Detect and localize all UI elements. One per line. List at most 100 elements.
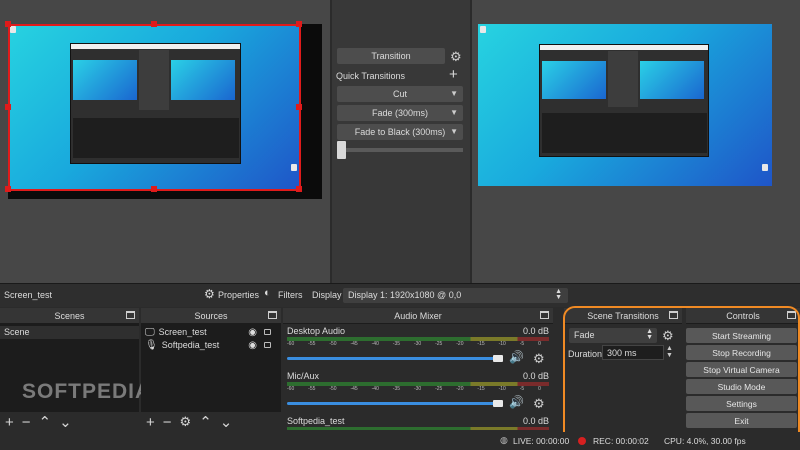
volume-slider[interactable] — [287, 402, 497, 405]
channel-level: 0.0 dB — [522, 326, 549, 336]
controls-dock: Controls Start Streaming Stop Recording … — [564, 308, 800, 432]
move-down-icon[interactable]: ⌄ — [59, 413, 72, 431]
scenes-dock-title: Scenes — [0, 308, 139, 324]
resize-handle-ml[interactable] — [5, 104, 11, 110]
tick-label: -40 — [371, 386, 379, 392]
channel-name: Desktop Audio — [287, 326, 346, 336]
nested-preview-right — [640, 61, 704, 99]
sources-dock: Sources 🖵 Screen_test ◉ 🎙 Softpedia_test… — [141, 308, 281, 432]
undock-icon[interactable] — [787, 311, 796, 319]
current-scene-name: Screen_test — [4, 290, 53, 300]
quick-transition-fade[interactable]: Fade (300ms) ▼ — [337, 105, 463, 121]
filters-button[interactable]: Filters — [278, 290, 303, 300]
tick-label: -35 — [392, 341, 401, 347]
channel-name: Softpedia_test — [287, 416, 345, 426]
chevron-down-icon: ▼ — [450, 127, 458, 136]
tick-label: -25 — [435, 386, 443, 392]
source-selection-box[interactable] — [8, 24, 301, 191]
chevron-updown-icon: ▲ ▼ — [555, 288, 562, 301]
display-label: Display — [312, 290, 342, 300]
resize-handle-bl[interactable] — [5, 186, 11, 192]
transition-slider-track[interactable] — [337, 148, 463, 152]
add-quick-transition-icon[interactable]: + — [449, 66, 458, 83]
softpedia-watermark: SOFTPEDIA — [22, 380, 152, 403]
move-up-icon[interactable]: ⌃ — [39, 413, 52, 431]
monitor-icon: 🖵 — [145, 326, 155, 338]
speaker-icon[interactable]: 🔊 — [509, 395, 524, 409]
channel-gear-icon[interactable]: ⚙ — [533, 397, 545, 410]
sources-toolbar: + − ⚙ ⌃ ⌄ — [141, 412, 281, 432]
resize-handle-br[interactable] — [296, 186, 302, 192]
tick-label: -15 — [477, 341, 485, 347]
remove-scene-icon[interactable]: − — [22, 414, 31, 431]
add-scene-icon[interactable]: + — [5, 414, 14, 431]
quick-transition-fade-black[interactable]: Fade to Black (300ms) ▼ — [337, 124, 463, 140]
undock-icon[interactable] — [268, 311, 277, 319]
undock-icon[interactable] — [540, 311, 549, 319]
channel-gear-icon[interactable]: ⚙ — [533, 352, 545, 365]
properties-button[interactable]: Properties — [218, 290, 259, 300]
studio-transition-panel: Transition ⚙ Quick Transitions + Cut ▼ Fa… — [332, 0, 470, 283]
tick-label: -25 — [435, 341, 443, 347]
chevron-down-icon: ▼ — [450, 108, 458, 117]
list-item[interactable]: Scene — [0, 326, 139, 339]
display-select[interactable]: Display 1: 1920x1080 @ 0,0 ▲ ▼ — [343, 288, 568, 303]
program-screen-capture — [478, 24, 772, 186]
transition-gear-icon[interactable]: ⚙ — [450, 50, 462, 63]
status-bar: ◍ LIVE: 00:00:00 REC: 00:00:02 CPU: 4.0%… — [0, 432, 800, 450]
quick-transitions-label: Quick Transitions — [336, 71, 406, 81]
resize-handle-bc[interactable] — [151, 186, 157, 192]
quick-transition-cut[interactable]: Cut ▼ — [337, 86, 463, 102]
audio-mixer-dock: Audio Mixer Desktop Audio 0.0 dB -60 -55 -… — [283, 308, 553, 432]
tick-label: -5 — [519, 341, 525, 347]
scenes-toolbar: + − ⌃ ⌄ — [0, 412, 139, 432]
transition-slider-handle[interactable] — [337, 141, 346, 159]
tick-label: -5 — [519, 386, 525, 392]
channel-level: 0.0 dB — [522, 416, 549, 426]
visibility-eye-icon[interactable]: ◉ — [248, 327, 257, 338]
recycle-bin-icon — [762, 164, 768, 171]
resize-handle-mr[interactable] — [296, 104, 302, 110]
volume-slider[interactable] — [287, 357, 497, 360]
quick-transition-fade-black-label: Fade to Black (300ms) — [354, 127, 446, 137]
resize-handle-tl[interactable] — [5, 21, 11, 27]
volume-slider-knob[interactable] — [493, 355, 503, 362]
exit-button[interactable]: Exit — [686, 413, 797, 428]
stop-virtual-camera-button[interactable]: Stop Virtual Camera — [686, 362, 797, 377]
undock-icon[interactable] — [126, 311, 135, 319]
list-item[interactable]: 🖵 Screen_test ◉ — [145, 326, 277, 338]
rec-time: REC: 00:00:02 — [593, 436, 649, 446]
channel-name: Mic/Aux — [287, 371, 320, 381]
volume-slider-knob[interactable] — [493, 400, 503, 407]
quick-transition-cut-label: Cut — [392, 89, 407, 99]
remove-source-icon[interactable]: − — [163, 414, 172, 431]
live-indicator-icon: ◍ — [500, 435, 508, 445]
move-down-icon[interactable]: ⌄ — [220, 413, 233, 431]
resize-handle-tc[interactable] — [151, 21, 157, 27]
mixer-channel-softpedia: Softpedia_test 0.0 dB — [287, 416, 549, 430]
source-properties-gear-icon[interactable]: ⚙ — [180, 414, 192, 430]
lock-icon[interactable] — [264, 342, 271, 348]
properties-gear-icon[interactable]: ⚙ — [204, 287, 215, 301]
tick-label: 0 — [538, 341, 541, 347]
lock-icon[interactable] — [264, 329, 271, 335]
resize-handle-tr[interactable] — [296, 21, 302, 27]
speaker-icon[interactable]: 🔊 — [509, 350, 524, 364]
tick-label: -55 — [308, 386, 316, 392]
tick-label: -60 — [287, 386, 295, 392]
transition-button[interactable]: Transition — [337, 48, 445, 64]
mixer-body: Desktop Audio 0.0 dB -60 -55 -50 -45 -40 -35-… — [283, 324, 553, 432]
preview-canvas[interactable] — [0, 0, 330, 283]
visibility-eye-icon[interactable]: ◉ — [248, 340, 257, 351]
microphone-icon: 🎙 — [145, 339, 158, 351]
filters-icon[interactable]: ◐ — [264, 287, 271, 299]
start-streaming-button[interactable]: Start Streaming — [686, 328, 797, 343]
settings-button[interactable]: Settings — [686, 396, 797, 411]
add-source-icon[interactable]: + — [146, 414, 155, 431]
studio-mode-button[interactable]: Studio Mode — [686, 379, 797, 394]
sources-list[interactable]: 🖵 Screen_test ◉ 🎙 Softpedia_test ◉ — [141, 324, 281, 412]
source-item-label: Screen_test — [158, 327, 207, 337]
stop-recording-button[interactable]: Stop Recording — [686, 345, 797, 360]
move-up-icon[interactable]: ⌃ — [199, 413, 212, 431]
list-item[interactable]: 🎙 Softpedia_test ◉ — [145, 339, 277, 351]
